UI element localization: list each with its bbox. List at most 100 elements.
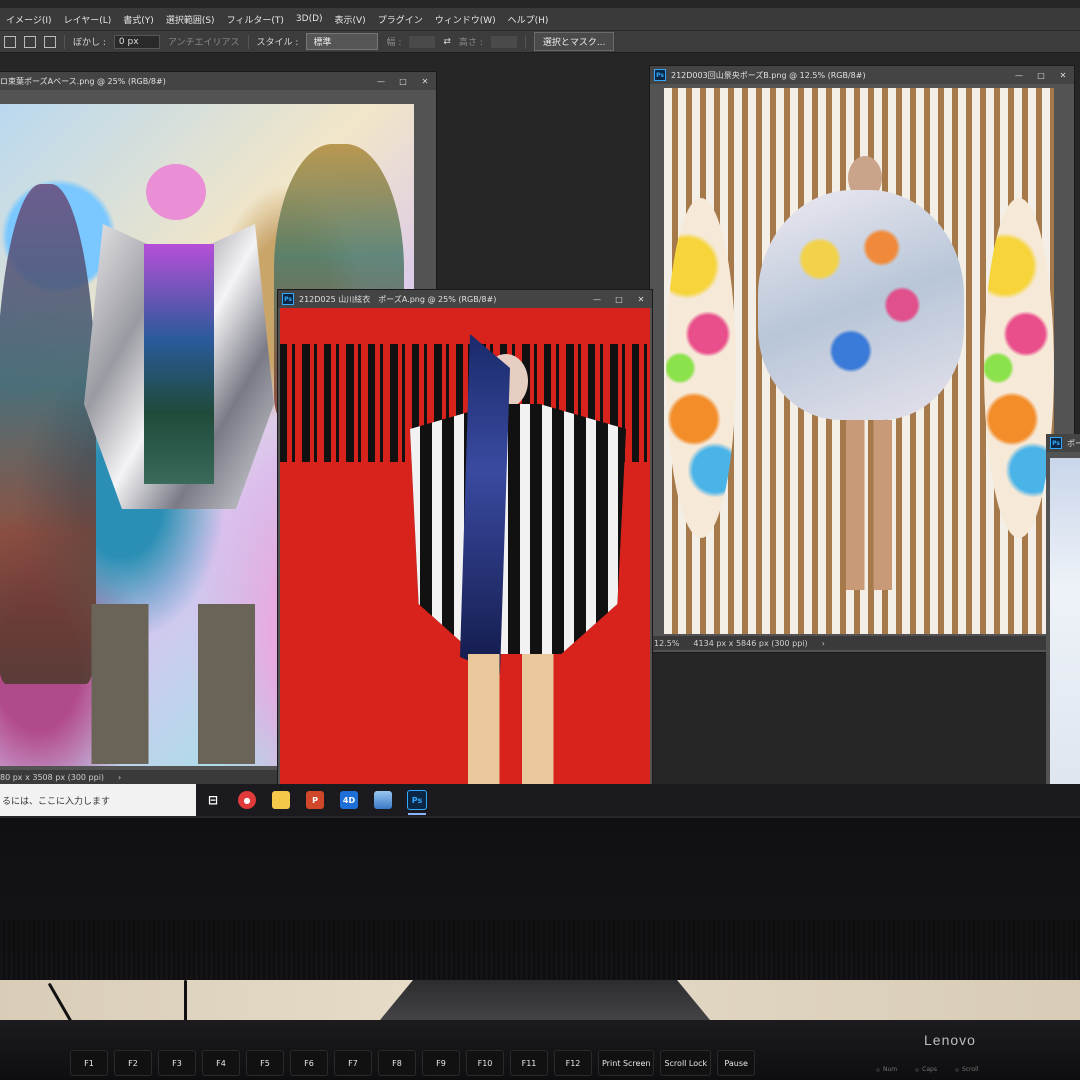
menu-view[interactable]: 表示(V) <box>329 13 372 26</box>
taskbar-search-input[interactable]: るには、ここに入力します <box>0 784 196 816</box>
task-view-button[interactable]: ⊟ <box>196 784 230 816</box>
task-view-icon: ⊟ <box>207 793 219 807</box>
menu-filter[interactable]: フィルター(T) <box>221 13 290 26</box>
zoom-level[interactable]: 12.5% <box>654 639 679 648</box>
menu-type[interactable]: 書式(Y) <box>117 13 160 26</box>
flower-ornament <box>666 198 736 538</box>
select-and-mask-button[interactable]: 選択とマスク... <box>533 32 615 51</box>
key-f4[interactable]: F4 <box>202 1050 240 1076</box>
document-title: ポー <box>1067 438 1080 448</box>
status-bar: 12.5% 4134 px x 5846 px (300 ppi) › <box>650 636 1074 650</box>
chevron-right-icon[interactable]: › <box>822 639 825 648</box>
close-button[interactable]: ✕ <box>414 72 436 90</box>
feather-label: ぼかし : <box>73 38 106 48</box>
antialias-checkbox[interactable]: アンチエイリアス <box>168 35 240 48</box>
taskbar-photoshop[interactable]: Ps <box>400 784 434 816</box>
key-f8[interactable]: F8 <box>378 1050 416 1076</box>
fashion-figure <box>84 144 274 764</box>
height-input[interactable] <box>490 35 517 48</box>
maximize-button[interactable]: □ <box>1030 66 1052 84</box>
feather-input[interactable]: 0 px <box>113 34 160 49</box>
document-title: 212D025 山川絃衣 ポーズA.png @ 25% (RGB/8#) <box>299 294 497 304</box>
search-placeholder: るには、ここに入力します <box>2 796 111 807</box>
canvas-center[interactable] <box>280 308 650 784</box>
minimize-button[interactable]: — <box>586 290 608 308</box>
canvas-far-right[interactable] <box>1050 458 1080 784</box>
taskbar-app-window[interactable] <box>366 784 400 816</box>
window-controls: — □ ✕ <box>370 72 436 90</box>
caps-lock-led: Caps <box>915 1066 937 1073</box>
maximize-button[interactable]: □ <box>608 290 630 308</box>
menu-plugins[interactable]: プラグイン <box>372 13 429 26</box>
key-f10[interactable]: F10 <box>466 1050 504 1076</box>
taskbar-file-explorer[interactable] <box>264 784 298 816</box>
close-button[interactable]: ✕ <box>1052 66 1074 84</box>
app-4d-icon: 4D <box>340 791 358 809</box>
add-selection-icon[interactable] <box>24 35 36 48</box>
photoshop-icon: Ps <box>407 790 427 810</box>
key-pause[interactable]: Pause <box>717 1050 756 1076</box>
taskbar-app-4d[interactable]: 4D <box>332 784 366 816</box>
close-button[interactable]: ✕ <box>630 290 652 308</box>
folder-icon <box>272 791 290 809</box>
menu-select[interactable]: 選択範囲(S) <box>160 13 221 26</box>
photoshop-icon: Ps <box>654 69 666 81</box>
style-select[interactable]: 標準 <box>306 33 379 50</box>
key-f11[interactable]: F11 <box>510 1050 548 1076</box>
menu-image[interactable]: イメージ(I) <box>0 13 58 26</box>
dress <box>144 244 214 484</box>
document-tab-far-right[interactable]: Ps ポー <box>1046 434 1080 452</box>
taskbar-app-red[interactable]: ● <box>230 784 264 816</box>
new-selection-icon[interactable] <box>4 35 16 48</box>
flower-ornament <box>984 198 1054 538</box>
monitor-screen: イメージ(I) レイヤー(L) 書式(Y) 選択範囲(S) フィルター(T) 3… <box>0 0 1080 818</box>
key-scroll-lock[interactable]: Scroll Lock <box>660 1050 712 1076</box>
document-title: ロ束葉ポーズAベース.png @ 25% (RGB/8#) <box>0 76 166 86</box>
photoshop-icon: Ps <box>282 293 294 305</box>
boots <box>84 604 274 764</box>
key-f6[interactable]: F6 <box>290 1050 328 1076</box>
code-print-coat <box>410 404 626 654</box>
key-print-screen[interactable]: Print Screen <box>598 1050 655 1076</box>
divider <box>524 34 526 49</box>
maximize-button[interactable]: □ <box>392 72 414 90</box>
speaker-grille <box>0 920 1080 980</box>
window-app-icon <box>374 791 392 809</box>
face-mask <box>146 164 206 220</box>
figure-silhouette <box>0 184 96 684</box>
keyboard-indicator-leds: Num Caps Scroll <box>876 1066 978 1073</box>
key-f9[interactable]: F9 <box>422 1050 460 1076</box>
key-f5[interactable]: F5 <box>246 1050 284 1076</box>
window-controls: — □ ✕ <box>586 290 652 308</box>
menu-3d[interactable]: 3D(D) <box>290 14 329 24</box>
style-label: スタイル : <box>256 38 299 48</box>
chevron-right-icon[interactable]: › <box>118 773 121 782</box>
function-key-row: F1 F2 F3 F4 F5 F6 F7 F8 F9 F10 F11 F12 P… <box>70 1050 756 1076</box>
swap-icon[interactable]: ⇄ <box>443 37 451 47</box>
legs <box>846 420 892 590</box>
minimize-button[interactable]: — <box>370 72 392 90</box>
taskbar-powerpoint[interactable]: P <box>298 784 332 816</box>
keyboard-brand-logo: Lenovo <box>924 1032 976 1048</box>
width-label: 幅 : <box>386 38 402 48</box>
photoshop-icon: Ps <box>1050 437 1062 449</box>
menu-layer[interactable]: レイヤー(L) <box>58 13 118 26</box>
width-input[interactable] <box>409 35 436 48</box>
window-controls: — □ ✕ <box>1008 66 1074 84</box>
document-size: 80 px x 3508 px (300 ppi) <box>0 772 105 782</box>
key-f12[interactable]: F12 <box>554 1050 592 1076</box>
document-size: 4134 px x 5846 px (300 ppi) <box>693 638 808 648</box>
menu-help[interactable]: ヘルプ(H) <box>502 13 555 26</box>
subtract-selection-icon[interactable] <box>44 35 56 48</box>
key-f7[interactable]: F7 <box>334 1050 372 1076</box>
key-f1[interactable]: F1 <box>70 1050 108 1076</box>
key-f3[interactable]: F3 <box>158 1050 196 1076</box>
document-window-center: Ps 212D025 山川絃衣 ポーズA.png @ 25% (RGB/8#) … <box>278 290 652 784</box>
legs <box>468 654 558 784</box>
minimize-button[interactable]: — <box>1008 66 1030 84</box>
key-f2[interactable]: F2 <box>114 1050 152 1076</box>
menu-bar: イメージ(I) レイヤー(L) 書式(Y) 選択範囲(S) フィルター(T) 3… <box>0 8 1080 31</box>
menu-window[interactable]: ウィンドウ(W) <box>429 13 502 26</box>
canvas-right[interactable] <box>664 88 1054 634</box>
app-icon: ● <box>238 791 256 809</box>
